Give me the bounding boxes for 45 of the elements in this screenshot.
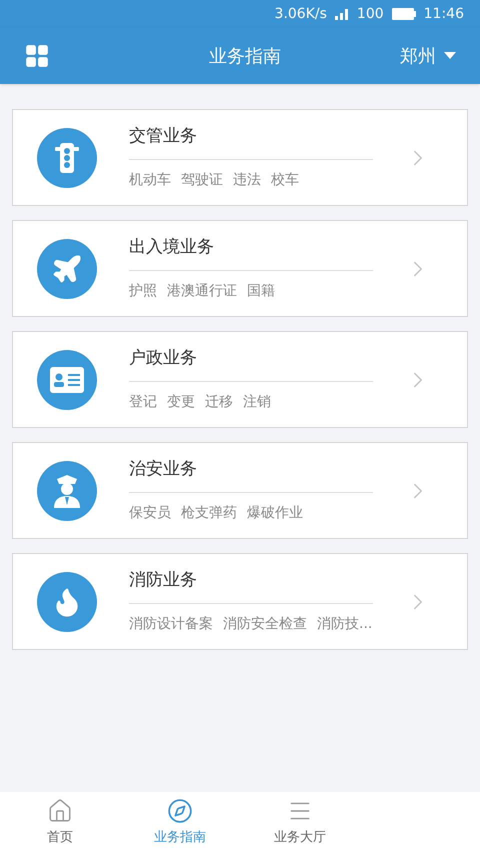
grid-menu-icon[interactable] bbox=[24, 43, 50, 69]
traffic-light-icon bbox=[52, 140, 82, 174]
network-speed: 3.06K/s bbox=[274, 4, 327, 24]
service-card[interactable]: 治安业务 保安员 枪支弹药 爆破作业 bbox=[12, 442, 468, 539]
service-tag[interactable]: 登记 bbox=[129, 392, 157, 414]
service-card[interactable]: 交管业务 机动车 驾驶证 违法 校车 bbox=[12, 109, 468, 206]
service-tag[interactable]: 校车 bbox=[271, 170, 299, 192]
home-icon bbox=[47, 798, 73, 824]
service-tag[interactable]: 消防技... bbox=[317, 614, 372, 636]
battery-level: 100 bbox=[356, 4, 384, 24]
service-title: 消防业务 bbox=[129, 568, 373, 604]
service-title: 交管业务 bbox=[129, 124, 373, 160]
service-title: 治安业务 bbox=[129, 456, 373, 494]
service-tag[interactable]: 消防安全检查 bbox=[223, 614, 307, 636]
clock: 11:46 bbox=[424, 4, 464, 24]
nav-tab[interactable]: 业务指南 bbox=[120, 792, 240, 853]
service-tag[interactable]: 爆破作业 bbox=[247, 503, 303, 524]
service-tag[interactable]: 港澳通行证 bbox=[167, 281, 237, 302]
page-title: 业务指南 bbox=[208, 44, 282, 68]
service-tag[interactable]: 护照 bbox=[129, 281, 157, 302]
id-card-icon bbox=[49, 366, 85, 394]
officer-icon bbox=[51, 472, 83, 508]
dropdown-arrow-icon bbox=[444, 52, 456, 60]
service-tag[interactable]: 驾驶证 bbox=[181, 170, 223, 192]
service-tag[interactable]: 保安员 bbox=[129, 503, 171, 524]
service-tag[interactable]: 消防设计备案 bbox=[129, 614, 213, 636]
city-selector[interactable]: 郑州 bbox=[400, 42, 456, 70]
service-tag[interactable]: 迁移 bbox=[205, 392, 233, 414]
compass-icon bbox=[167, 798, 193, 824]
service-tag[interactable]: 注销 bbox=[243, 392, 271, 414]
service-title: 出入境业务 bbox=[129, 234, 373, 272]
airplane-icon bbox=[51, 252, 83, 284]
nav-tab[interactable]: 首页 bbox=[0, 792, 120, 853]
service-tag[interactable]: 变更 bbox=[167, 392, 195, 414]
service-title: 户政业务 bbox=[129, 346, 373, 382]
service-card[interactable]: 户政业务 登记 变更 迁移 注销 bbox=[12, 331, 468, 428]
service-tag[interactable]: 机动车 bbox=[129, 170, 171, 192]
nav-tab[interactable]: 业务大厅 bbox=[240, 792, 360, 853]
service-card[interactable]: 出入境业务 护照 港澳通行证 国籍 bbox=[12, 220, 468, 317]
service-card[interactable]: 消防业务 消防设计备案 消防安全检查 消防技... bbox=[12, 553, 468, 650]
service-tag[interactable]: 枪支弹药 bbox=[181, 503, 237, 524]
battery-icon bbox=[392, 8, 416, 20]
service-tag[interactable]: 违法 bbox=[233, 170, 261, 192]
signal-icon bbox=[334, 8, 349, 20]
service-tag[interactable]: 国籍 bbox=[247, 281, 275, 302]
